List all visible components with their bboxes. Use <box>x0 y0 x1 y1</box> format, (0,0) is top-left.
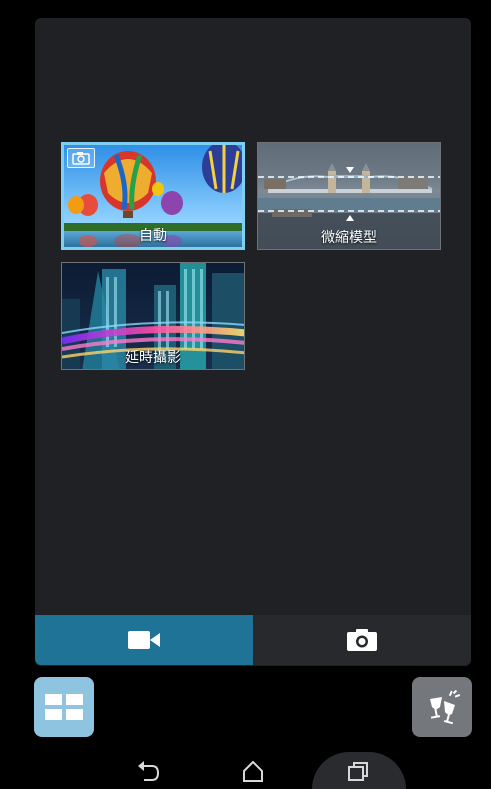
mode-panel: 自動 微縮模型 延時攝影 <box>35 18 471 666</box>
camera-icon <box>347 629 377 651</box>
nav-back-button[interactable] <box>108 752 188 789</box>
mode-label: 延時攝影 <box>125 350 181 366</box>
recent-apps-icon <box>348 761 368 781</box>
mode-label: 自動 <box>139 228 167 244</box>
video-camera-icon <box>128 631 160 649</box>
back-icon <box>138 760 160 781</box>
mode-label: 微縮模型 <box>321 230 377 246</box>
home-icon <box>243 760 263 782</box>
camera-icon <box>67 148 95 168</box>
nav-recent-button[interactable] <box>318 752 398 789</box>
mode-tile-miniature[interactable]: 微縮模型 <box>257 142 441 250</box>
video-mode-button[interactable] <box>35 615 253 665</box>
photo-mode-button[interactable] <box>253 615 471 665</box>
nav-home-button[interactable] <box>213 752 293 789</box>
grid-modes-icon <box>45 694 83 720</box>
party-mode-button[interactable] <box>412 677 472 737</box>
mode-tile-auto[interactable]: 自動 <box>61 142 245 250</box>
mode-tile-time-lapse[interactable]: 延時攝影 <box>61 262 245 370</box>
capture-mode-bar <box>35 615 471 665</box>
modes-grid-button[interactable] <box>34 677 94 737</box>
party-glasses-icon <box>430 689 461 725</box>
